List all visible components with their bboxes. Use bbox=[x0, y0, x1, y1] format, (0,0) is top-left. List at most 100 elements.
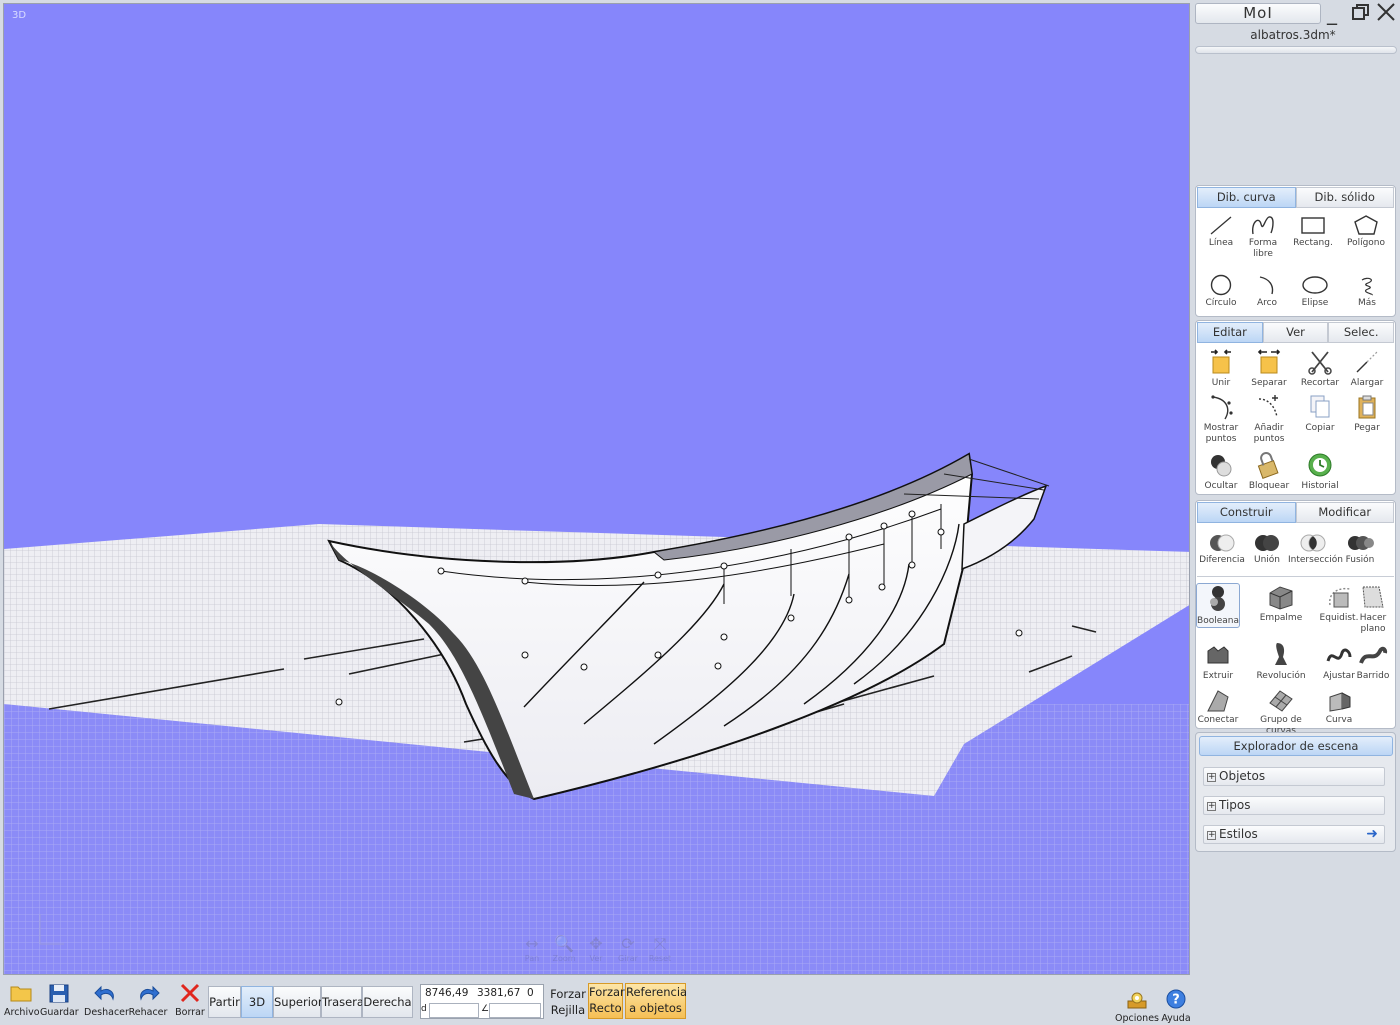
zoom-button[interactable]: 🔍 Zoom bbox=[551, 934, 577, 963]
app-name-button[interactable]: MoI bbox=[1195, 3, 1321, 24]
explorer-row-tipos[interactable]: + Tipos bbox=[1203, 796, 1385, 815]
expand-icon[interactable]: + bbox=[1207, 773, 1216, 782]
tab-modificar[interactable]: Modificar bbox=[1295, 502, 1394, 523]
extend-label: Alargar bbox=[1350, 378, 1384, 388]
lock-icon bbox=[1257, 452, 1279, 479]
folder-icon bbox=[10, 986, 32, 1002]
tab-dib-curva[interactable]: Dib. curva bbox=[1197, 187, 1296, 208]
undo-icon bbox=[94, 985, 114, 1001]
save-button[interactable]: Guardar bbox=[40, 983, 79, 1018]
tab-ver[interactable]: Ver bbox=[1262, 322, 1329, 343]
fillet-tool[interactable]: Empalme bbox=[1256, 583, 1306, 624]
boolean-icon bbox=[1210, 586, 1225, 611]
view-button[interactable]: ✥ Ver bbox=[583, 934, 609, 963]
orbit-button[interactable]: ⟳ Girar bbox=[615, 934, 641, 963]
tab-selec[interactable]: Selec. bbox=[1328, 322, 1395, 343]
add-points-tool[interactable]: Añadir puntos bbox=[1244, 393, 1294, 445]
join-label: Unir bbox=[1211, 378, 1231, 388]
grid-snap-toggle[interactable]: Rejilla bbox=[549, 1002, 587, 1018]
more-tool[interactable]: Más bbox=[1342, 274, 1392, 309]
rectangle-tool[interactable]: Rectang. bbox=[1288, 214, 1338, 249]
history-label: Historial bbox=[1301, 481, 1339, 491]
delete-button[interactable]: Borrar bbox=[174, 983, 206, 1018]
minimize-icon[interactable]: _ bbox=[1327, 2, 1337, 24]
viewport-nav-controls[interactable]: ↔ Pan 🔍 Zoom ✥ Ver ⟳ Girar ⤧ Reset bbox=[519, 934, 673, 963]
undo-button[interactable]: Deshacer bbox=[84, 983, 129, 1018]
merge-tool[interactable]: Fusión bbox=[1335, 533, 1385, 566]
view-superior-button[interactable]: Superior bbox=[273, 986, 323, 1018]
straight-snap-line2: Recto bbox=[589, 1001, 622, 1015]
angle-input[interactable] bbox=[489, 1003, 541, 1018]
restore-icon[interactable] bbox=[1351, 3, 1371, 25]
3d-viewport[interactable]: 3D ↔ Pan 🔍 Zoom ✥ Ver ⟳ Girar ⤧ Reset bbox=[3, 3, 1190, 975]
tab-editar[interactable]: Editar bbox=[1197, 322, 1263, 343]
network-tool[interactable]: Grupo de curvas bbox=[1244, 687, 1318, 737]
redo-button[interactable]: Rehacer bbox=[128, 983, 168, 1018]
add-points-icon bbox=[1258, 395, 1278, 418]
arrow-right-icon[interactable]: ➜ bbox=[1366, 826, 1378, 843]
distance-input[interactable] bbox=[429, 1003, 479, 1018]
show-points-label: Mostrar puntos bbox=[1203, 423, 1239, 444]
paste-label: Pegar bbox=[1354, 423, 1380, 433]
view-derecha-button[interactable]: Derecha bbox=[362, 986, 413, 1018]
open-file-button[interactable]: Archivo bbox=[4, 983, 40, 1018]
separate-tool[interactable]: Separar bbox=[1244, 348, 1294, 389]
explorer-row-objetos[interactable]: + Objetos bbox=[1203, 767, 1385, 786]
svg-text:?: ? bbox=[1172, 993, 1180, 1008]
join-tool[interactable]: Unir bbox=[1196, 348, 1246, 389]
tab-dib-solido[interactable]: Dib. sólido bbox=[1295, 187, 1394, 208]
view-trasera-button[interactable]: Trasera bbox=[321, 986, 364, 1018]
explorer-row-label: Estilos bbox=[1219, 827, 1258, 841]
polygon-tool[interactable]: Polígono bbox=[1341, 214, 1391, 249]
tab-construir[interactable]: Construir bbox=[1197, 502, 1296, 523]
extrude-tool[interactable]: Extruir bbox=[1196, 643, 1240, 682]
freeform-tool[interactable]: Forma libre bbox=[1238, 214, 1288, 260]
union-tool[interactable]: Unión bbox=[1242, 533, 1292, 566]
trim-tool[interactable]: Recortar bbox=[1295, 348, 1345, 389]
options-button[interactable]: Opciones bbox=[1115, 988, 1159, 1024]
planar-tool[interactable]: Hacer plano bbox=[1351, 583, 1395, 635]
extend-tool[interactable]: Alargar bbox=[1342, 348, 1392, 389]
circle-icon bbox=[1210, 274, 1232, 296]
scene-explorer-title[interactable]: Explorador de escena bbox=[1199, 736, 1393, 756]
view-3d-button[interactable]: 3D bbox=[241, 986, 273, 1018]
add-points-label: Añadir puntos bbox=[1253, 423, 1285, 444]
close-icon[interactable] bbox=[1376, 2, 1396, 26]
bottom-toolbar: Archivo Guardar Deshacer Rehacer Borrar … bbox=[0, 978, 1193, 1025]
explorer-row-estilos[interactable]: + Estilos ➜ bbox=[1203, 825, 1385, 844]
difference-tool[interactable]: Diferencia bbox=[1197, 533, 1247, 566]
history-tool[interactable]: Historial bbox=[1295, 451, 1345, 492]
offset-icon bbox=[1329, 587, 1351, 608]
expand-icon[interactable]: + bbox=[1207, 802, 1216, 811]
show-points-tool[interactable]: Mostrar puntos bbox=[1196, 393, 1246, 445]
hide-tool[interactable]: Ocultar bbox=[1196, 451, 1246, 492]
pan-label: Pan bbox=[524, 954, 540, 963]
circle-tool[interactable]: Círculo bbox=[1196, 274, 1246, 309]
arc-label: Arco bbox=[1256, 298, 1278, 308]
straight-snap-button[interactable]: Forzar Recto bbox=[588, 983, 625, 1019]
reset-button[interactable]: ⤧ Reset bbox=[647, 934, 673, 963]
view-partir-button[interactable]: Partir bbox=[208, 986, 241, 1018]
curve-tool[interactable]: Curva bbox=[1314, 687, 1364, 726]
object-snap-button[interactable]: Referencia a objetos bbox=[625, 983, 687, 1019]
boolean-tool[interactable]: Booleana bbox=[1196, 583, 1240, 628]
intersection-tool[interactable]: Intersección bbox=[1288, 533, 1343, 566]
paste-tool[interactable]: Pegar bbox=[1342, 393, 1392, 434]
object-snap-line2: a objetos bbox=[629, 1001, 682, 1015]
sweep-tool[interactable]: Barrido bbox=[1351, 643, 1395, 682]
trim-icon bbox=[1308, 351, 1332, 375]
arc-tool[interactable]: Arco bbox=[1242, 274, 1292, 309]
blend-tool[interactable]: Conectar bbox=[1196, 687, 1240, 726]
polygon-label: Polígono bbox=[1346, 238, 1386, 248]
ellipse-tool[interactable]: Elipse bbox=[1290, 274, 1340, 309]
copy-tool[interactable]: Copiar bbox=[1295, 393, 1345, 434]
revolve-tool[interactable]: Revolución bbox=[1256, 639, 1306, 682]
expand-icon[interactable]: + bbox=[1207, 831, 1216, 840]
revolve-label: Revolución bbox=[1256, 671, 1306, 681]
more-icon bbox=[1361, 277, 1373, 296]
help-button[interactable]: ? Ayuda bbox=[1160, 988, 1192, 1024]
pan-button[interactable]: ↔ Pan bbox=[519, 934, 545, 963]
scene-render bbox=[4, 452, 1189, 974]
lock-tool[interactable]: Bloquear bbox=[1244, 451, 1294, 492]
blend-icon bbox=[1207, 690, 1229, 712]
